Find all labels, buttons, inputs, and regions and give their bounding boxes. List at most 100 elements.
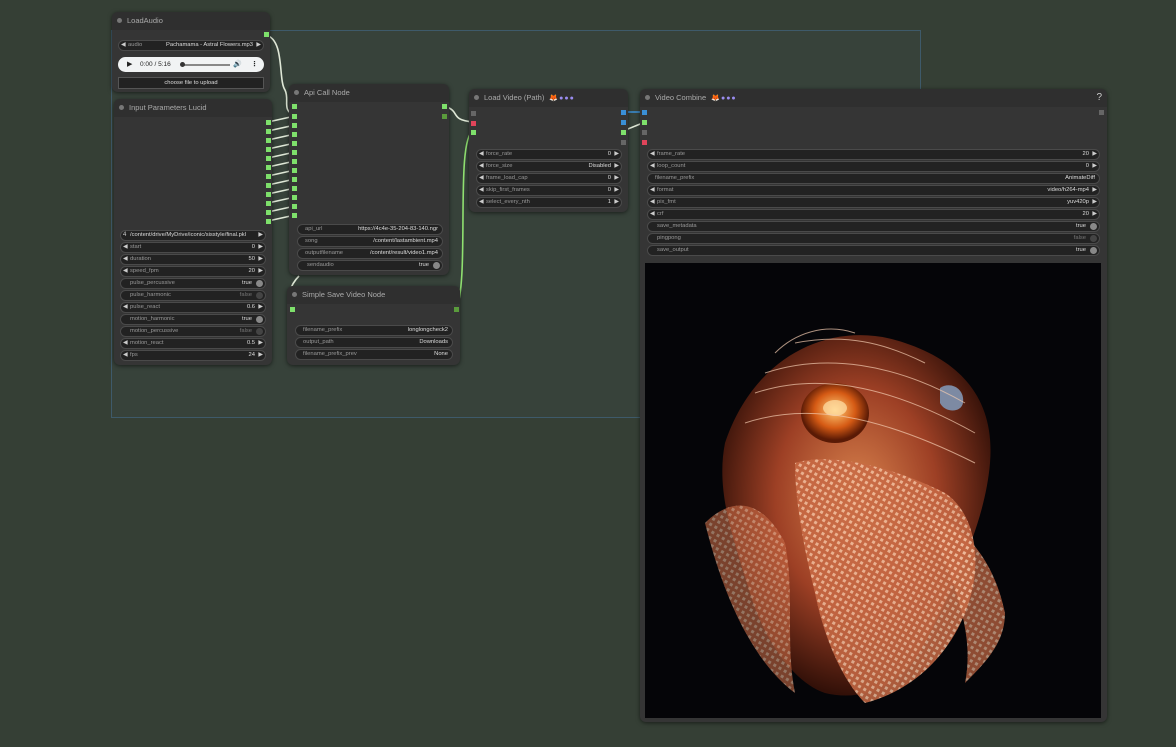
output-slot-7[interactable]	[266, 174, 271, 179]
input-slot-video[interactable]	[471, 130, 476, 135]
arrow-left-icon[interactable]: ◀	[479, 198, 484, 207]
volume-icon[interactable]: 🔊	[233, 57, 242, 72]
input-params-title[interactable]: Input Parameters Lucid	[114, 99, 272, 117]
force-size-field[interactable]: ◀ force_size Disabled ▶	[476, 161, 622, 172]
arrow-left-icon[interactable]: ◀	[479, 174, 484, 183]
arrow-right-icon[interactable]: ▶	[1092, 198, 1097, 207]
arrow-left-icon[interactable]: ◀	[123, 243, 128, 252]
arrow-right-icon[interactable]: ▶	[258, 267, 263, 276]
arrow-left-icon[interactable]: ◀	[650, 210, 655, 219]
pulse-harmonic-toggle[interactable]: pulse_harmonic false	[120, 290, 266, 301]
arrow-right-icon[interactable]: ▶	[258, 243, 263, 252]
outputfilename-field[interactable]: outputfilename /content/result/video1.mp…	[297, 248, 443, 259]
simple-save-title[interactable]: Simple Save Video Node	[287, 286, 460, 304]
fps-field[interactable]: ◀ fps 24 ▶	[120, 350, 266, 361]
seek-thumb[interactable]	[180, 62, 185, 67]
video-combine-title[interactable]: Video Combine 🦊●●● ?	[640, 89, 1107, 107]
api-url-field[interactable]: api_url https://4c4e-35-204-83-140.ngr	[297, 224, 443, 235]
toggle-knob[interactable]	[433, 262, 440, 269]
format-select[interactable]: ◀ format video/h264-mp4 ▶	[647, 185, 1100, 196]
arrow-left-icon[interactable]: ◀	[650, 186, 655, 195]
input-slot-12[interactable]	[292, 204, 297, 209]
save-output-toggle[interactable]: save_output true	[647, 245, 1100, 256]
pulse-percussive-toggle[interactable]: pulse_percussive true	[120, 278, 266, 289]
input-slot-2[interactable]	[292, 114, 297, 119]
input-slot-images[interactable]	[642, 110, 647, 115]
input-slot-save[interactable]	[290, 307, 295, 312]
arrow-left-icon[interactable]: ◀	[650, 150, 655, 159]
output-slot-audio[interactable]	[621, 130, 626, 135]
output-slot-filenames[interactable]	[1099, 110, 1104, 115]
arrow-right-icon[interactable]: ▶	[1092, 162, 1097, 171]
input-slot-meta[interactable]	[471, 111, 476, 116]
frame-rate-field[interactable]: ◀ frame_rate 20 ▶	[647, 149, 1100, 160]
output-slot-10[interactable]	[266, 201, 271, 206]
arrow-right-icon[interactable]: ▶	[614, 162, 619, 171]
output-slot-4[interactable]	[266, 147, 271, 152]
arrow-left-icon[interactable]: ◀	[479, 186, 484, 195]
input-slot-vae[interactable]	[471, 121, 476, 126]
motion-react-field[interactable]: ◀ motion_react 0.5 ▶	[120, 338, 266, 349]
force-rate-field[interactable]: ◀ force_rate 0 ▶	[476, 149, 622, 160]
audio-player[interactable]: ▶ 0:00 / 5:16 🔊 ⋮	[118, 57, 264, 72]
arrow-left-icon[interactable]: ◀	[479, 162, 484, 171]
sendaudio-toggle[interactable]: sendaudio true	[297, 260, 443, 271]
arrow-left-icon[interactable]: ◀	[650, 198, 655, 207]
toggle-knob[interactable]	[256, 292, 263, 299]
speed-fpm-field[interactable]: ◀ speed_fpm 20 ▶	[120, 266, 266, 277]
duration-field[interactable]: ◀ duration 50 ▶	[120, 254, 266, 265]
output-slot-info[interactable]	[621, 140, 626, 145]
input-slot-1[interactable]	[292, 104, 297, 109]
input-slot-audio[interactable]	[642, 120, 647, 125]
output-slot-api-2[interactable]	[442, 114, 447, 119]
upload-button[interactable]: choose file to upload	[118, 77, 264, 89]
frame-load-cap-field[interactable]: ◀ frame_load_cap 0 ▶	[476, 173, 622, 184]
output-slot-3[interactable]	[266, 138, 271, 143]
toggle-knob[interactable]	[256, 328, 263, 335]
arrow-right-icon[interactable]: ▶	[258, 303, 263, 312]
pingpong-toggle[interactable]: pingpong false	[647, 233, 1100, 244]
output-slot-9[interactable]	[266, 192, 271, 197]
toggle-knob[interactable]	[1090, 247, 1097, 254]
output-slot-image[interactable]	[621, 110, 626, 115]
input-slot-meta-batch[interactable]	[642, 130, 647, 135]
input-slot-3[interactable]	[292, 123, 297, 128]
pix-fmt-select[interactable]: ◀ pix_fmt yuv420p ▶	[647, 197, 1100, 208]
song-field[interactable]: song /content/lastambient.mp4	[297, 236, 443, 247]
output-slot-save[interactable]	[454, 307, 459, 312]
arrow-right-icon[interactable]: ▶	[614, 198, 619, 207]
arrow-right-icon[interactable]: ▶	[614, 186, 619, 195]
arrow-left-icon[interactable]: ◀	[121, 41, 126, 50]
help-icon[interactable]: ?	[1096, 89, 1102, 107]
collapse-dot-icon[interactable]	[474, 95, 479, 100]
output-slot-2[interactable]	[266, 129, 271, 134]
input-slot-7[interactable]	[292, 159, 297, 164]
more-icon[interactable]: ⋮	[251, 57, 258, 72]
output-slot-11[interactable]	[266, 210, 271, 215]
arrow-right-icon[interactable]: ▶	[258, 231, 263, 240]
filename-prefix-field[interactable]: filename_prefix longlongcheck2	[295, 325, 453, 336]
play-icon[interactable]: ▶	[127, 57, 132, 72]
select-every-nth-field[interactable]: ◀ select_every_nth 1 ▶	[476, 197, 622, 208]
arrow-left-icon[interactable]: ◀	[123, 303, 128, 312]
toggle-knob[interactable]	[256, 316, 263, 323]
arrow-right-icon[interactable]: ▶	[258, 339, 263, 348]
arrow-right-icon[interactable]: ▶	[256, 41, 261, 50]
arrow-left-icon[interactable]: ◀	[479, 150, 484, 159]
load-audio-title[interactable]: LoadAudio	[112, 12, 270, 30]
input-slot-10[interactable]	[292, 186, 297, 191]
arrow-left-icon[interactable]: ◀	[123, 255, 128, 264]
motion-harmonic-toggle[interactable]: motion_harmonic true	[120, 314, 266, 325]
collapse-dot-icon[interactable]	[294, 90, 299, 95]
arrow-right-icon[interactable]: ▶	[1092, 150, 1097, 159]
api-call-title[interactable]: Api Call Node	[289, 84, 449, 102]
output-slot-12[interactable]	[266, 219, 271, 224]
load-video-title[interactable]: Load Video (Path) 🦊●●●	[469, 89, 628, 107]
collapse-dot-icon[interactable]	[645, 95, 650, 100]
arrow-left-icon[interactable]: ◀	[123, 267, 128, 276]
filename-prefix-field[interactable]: filename_prefix AnimateDiff	[647, 173, 1100, 184]
video-preview[interactable]	[645, 263, 1101, 718]
filename-prefix-prev-field[interactable]: filename_prefix_prev None	[295, 349, 453, 360]
save-metadata-toggle[interactable]: save_metadata true	[647, 221, 1100, 232]
arrow-right-icon[interactable]: ▶	[258, 351, 263, 360]
